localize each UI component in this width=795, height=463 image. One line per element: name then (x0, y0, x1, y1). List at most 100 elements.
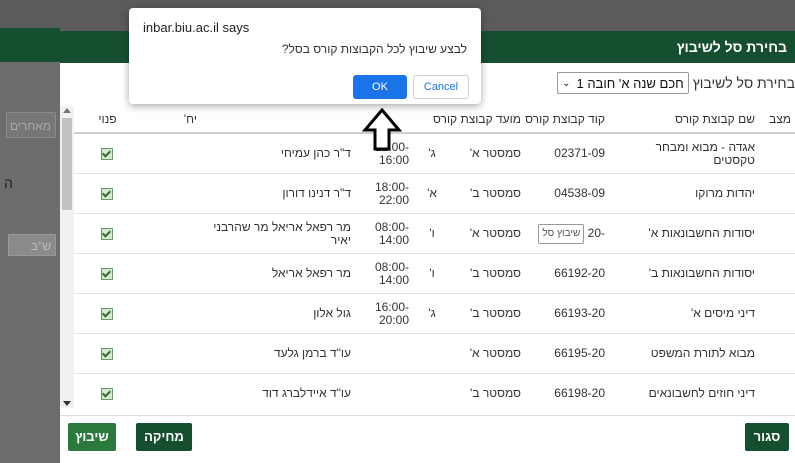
row-group-code: -20 שיבוץ סל (525, 213, 609, 254)
row-lecturer: עו"ד ברמן גלעד (200, 333, 355, 374)
row-lecturer: עו"ד איידלברג דוד (200, 373, 355, 408)
confirm-cancel-button[interactable]: Cancel (413, 75, 469, 99)
row-group-name: יהדות מרוקו (609, 173, 759, 214)
confirm-dialog: inbar.biu.ac.il says לבצע שיבוץ לכל הקבו… (129, 8, 481, 104)
row-together (140, 373, 201, 408)
row-day: ו' (413, 253, 451, 294)
row-together (140, 253, 201, 294)
row-time: 16:00-20:00 (354, 293, 413, 334)
checkbox-checked-icon[interactable] (101, 387, 114, 400)
checkbox-checked-icon[interactable] (101, 347, 114, 360)
table-row: יסודות החשבונאות א' -20 שיבוץ סל סמסטר א… (74, 213, 795, 254)
confirm-dialog-message: לבצע שיבוץ לכל הקבוצות קורס בסל? (281, 42, 467, 56)
row-status (759, 173, 795, 214)
background-label: ה (4, 175, 13, 191)
row-lecturer: ד"ר כהן עמיחי (200, 133, 355, 174)
row-group-code: 66192-20 (525, 253, 609, 294)
row-group-name: דיני חוזים לחשבונאים (609, 373, 759, 408)
row-together (140, 133, 201, 174)
background-field: ש"ב (8, 234, 56, 256)
row-free-cell (74, 333, 141, 374)
checkbox-checked-icon[interactable] (101, 227, 114, 240)
table-row: מבוא לתורת המשפט 66195-20 סמסטר א' עו"ד … (74, 333, 795, 374)
row-time: 08:00-14:00 (354, 213, 413, 254)
row-status (759, 293, 795, 334)
row-group-name: מבוא לתורת המשפט (609, 333, 759, 374)
row-semester: סמסטר ב' (451, 293, 525, 334)
scroll-up-icon[interactable] (63, 108, 71, 113)
basket-select[interactable]: חכם שנה א' חובה 1 ⌄ (557, 72, 689, 94)
row-group-name: יסודות החשבונאות ב' (609, 253, 759, 294)
table-row: יהדות מרוקו 04538-09 סמסטר ב' א' 18:00-2… (74, 173, 795, 214)
basket-select-label: בחירת סל לשיבוץ (692, 75, 795, 91)
footer-divider (60, 415, 795, 416)
row-group-name: יסודות החשבונאות א' (609, 213, 759, 254)
basket-select-value: חכם שנה א' חובה 1 (576, 75, 684, 91)
row-status (759, 133, 795, 174)
row-group-code: 66193-20 (525, 293, 609, 334)
row-time: 08:00-14:00 (354, 253, 413, 294)
row-day: א' (413, 173, 451, 214)
row-semester: סמסטר א' (451, 133, 525, 174)
row-day (413, 373, 451, 408)
row-free-cell (74, 253, 141, 294)
row-day: ג' (413, 293, 451, 334)
arrow-up-icon (362, 108, 402, 151)
background-header-strip (0, 28, 60, 62)
row-free-cell (74, 373, 141, 408)
row-free-cell (74, 213, 141, 254)
column-together: יח' (140, 106, 201, 134)
row-free-cell (74, 173, 141, 214)
row-semester: סמסטר א' (451, 333, 525, 374)
row-status (759, 373, 795, 408)
table-scrollbar[interactable] (60, 106, 74, 408)
row-time: 18:00-22:00 (354, 173, 413, 214)
row-lecturer: ד"ר דנינו דורון (200, 173, 355, 214)
table-row: דיני חוזים לחשבונאים 66198-20 סמסטר ב' ע… (74, 373, 795, 408)
row-together (140, 333, 201, 374)
row-group-code: 66195-20 (525, 333, 609, 374)
chevron-down-icon: ⌄ (562, 77, 571, 89)
row-lecturer: מר רפאל אריאל מר שהרבני יאיר (200, 213, 355, 254)
checkbox-checked-icon[interactable] (101, 307, 114, 320)
scroll-thumb[interactable] (62, 118, 72, 210)
row-lecturer: מר רפאל אריאל (200, 253, 355, 294)
row-semester: סמסטר ב' (451, 373, 525, 408)
row-semester: סמסטר ב' (451, 253, 525, 294)
checkbox-checked-icon[interactable] (101, 187, 114, 200)
row-lecturer: גול אלון (200, 293, 355, 334)
row-group-code: 66198-20 (525, 373, 609, 408)
row-day (413, 333, 451, 374)
row-status (759, 253, 795, 294)
delete-button[interactable]: מחיקה (136, 423, 192, 451)
row-group-code: 02371-09 (525, 133, 609, 174)
assign-button[interactable]: שיבוץ (68, 423, 116, 451)
background-tab: מאחרים (6, 112, 56, 138)
row-status (759, 333, 795, 374)
row-group-name: דיני מיסים א' (609, 293, 759, 334)
close-button[interactable]: סגור (745, 423, 789, 451)
row-group-code-text: -20 (587, 225, 605, 240)
confirm-ok-button[interactable]: OK (353, 75, 407, 99)
checkbox-checked-icon[interactable] (101, 147, 114, 160)
row-together (140, 293, 201, 334)
row-day: ו' (413, 213, 451, 254)
row-together (140, 213, 201, 254)
column-status: מצב (759, 106, 795, 134)
row-free-cell (74, 293, 141, 334)
course-groups-table: מצב שם קבוצת קורס קוד קבוצת קורס מועד קב… (74, 106, 795, 408)
confirm-dialog-title: inbar.biu.ac.il says (143, 20, 250, 35)
row-semester: סמסטר ב' (451, 173, 525, 214)
assign-basket-tooltip: שיבוץ סל (538, 223, 585, 244)
checkbox-checked-icon[interactable] (101, 267, 114, 280)
table-row: יסודות החשבונאות ב' 66192-20 סמסטר ב' ו'… (74, 253, 795, 294)
scroll-down-icon[interactable] (63, 401, 71, 406)
row-status (759, 213, 795, 254)
row-time (354, 333, 413, 374)
table-header-row: מצב שם קבוצת קורס קוד קבוצת קורס מועד קב… (74, 106, 795, 134)
row-group-code: 04538-09 (525, 173, 609, 214)
row-semester: סמסטר א' (451, 213, 525, 254)
column-group-code: קוד קבוצת קורס (525, 106, 609, 134)
column-free: פנוי (74, 106, 141, 134)
table-row: אגדה - מבוא ומבחר טקסטים 02371-09 סמסטר … (74, 133, 795, 174)
